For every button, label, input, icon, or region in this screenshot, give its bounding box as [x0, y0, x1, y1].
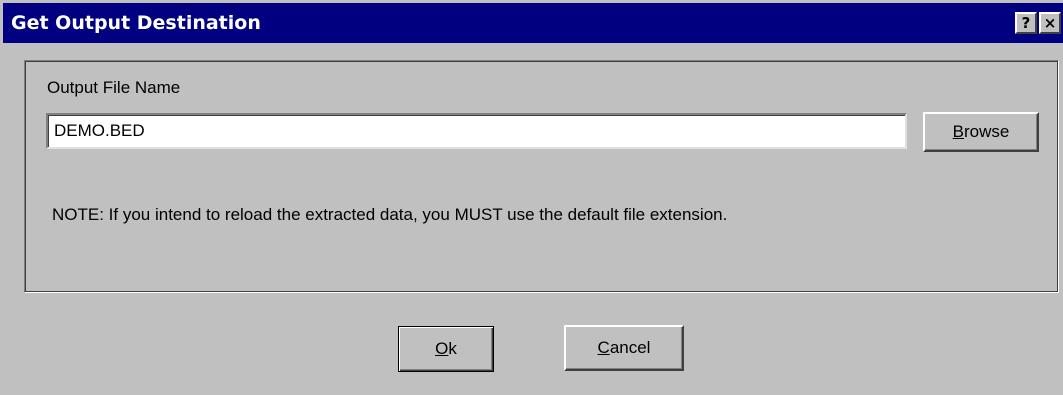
cancel-mnemonic: C	[597, 338, 610, 357]
output-file-name-input[interactable]	[46, 113, 907, 149]
cancel-label-rest: ancel	[609, 338, 651, 357]
title-bar[interactable]: Get Output Destination ? ×	[3, 3, 1063, 43]
output-file-name-label: Output File Name	[47, 78, 181, 97]
ok-label-rest: k	[448, 339, 457, 358]
dialog-title: Get Output Destination	[11, 12, 261, 34]
dialog-window: Get Output Destination ? × Output File N…	[0, 0, 1063, 395]
browse-mnemonic: B	[952, 122, 964, 141]
cancel-button[interactable]: Cancel	[564, 325, 684, 371]
browse-button[interactable]: Browse	[923, 112, 1039, 152]
question-mark-icon: ?	[1021, 14, 1031, 32]
close-icon: ×	[1043, 14, 1057, 32]
ok-mnemonic: O	[435, 339, 449, 358]
note-text: NOTE: If you intend to reload the extrac…	[52, 205, 728, 224]
browse-label-rest: rowse	[963, 122, 1010, 141]
help-button[interactable]: ?	[1015, 12, 1037, 34]
close-button[interactable]: ×	[1039, 12, 1061, 34]
ok-button[interactable]: Ok	[398, 326, 494, 372]
